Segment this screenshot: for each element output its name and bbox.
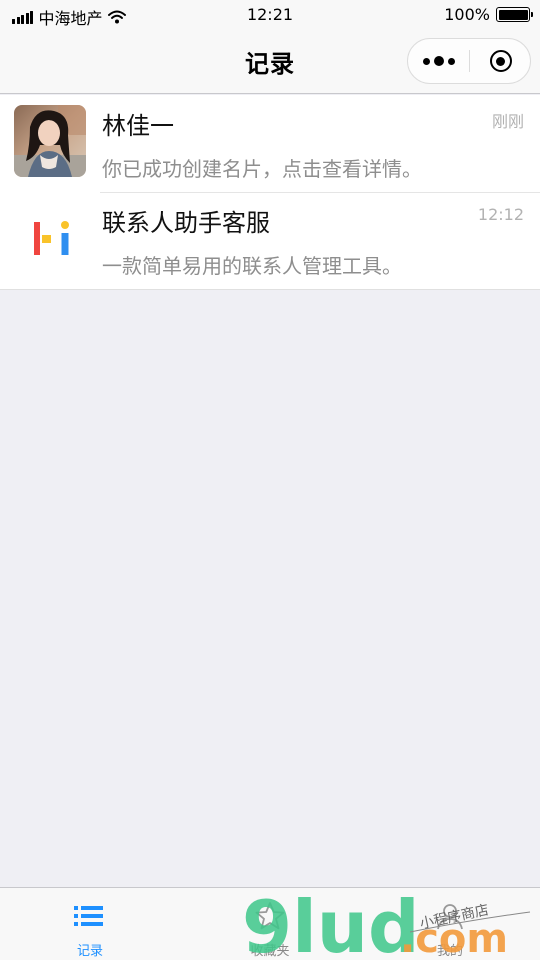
avatar xyxy=(14,202,86,274)
battery-percent: 100% xyxy=(444,5,490,24)
status-right: 100% xyxy=(444,5,533,24)
tab-mine[interactable]: 我的 xyxy=(360,888,540,960)
list-item[interactable]: 林佳一 你已成功创建名片，点击查看详情。 刚刚 xyxy=(0,95,540,192)
tab-records[interactable]: 记录 xyxy=(0,888,180,960)
record-time: 12:12 xyxy=(477,205,524,224)
tab-label: 我的 xyxy=(436,944,463,959)
record-description: 你已成功创建名片，点击查看详情。 xyxy=(102,157,422,181)
list-item[interactable]: 联系人助手客服 一款简单易用的联系人管理工具。 12:12 xyxy=(0,192,540,289)
tab-bar: 记录 收藏夹 我的 xyxy=(0,887,540,960)
avatar xyxy=(14,105,86,177)
hi-logo-icon xyxy=(34,221,69,255)
record-description: 一款简单易用的联系人管理工具。 xyxy=(102,254,402,278)
record-name: 联系人助手客服 xyxy=(102,209,270,237)
list-divider xyxy=(0,289,540,290)
tab-label: 收藏夹 xyxy=(250,944,290,959)
record-time: 刚刚 xyxy=(491,112,524,131)
close-target-icon xyxy=(489,50,512,72)
record-list: 林佳一 你已成功创建名片，点击查看详情。 刚刚 联系人助手客服 一款简单易用的联… xyxy=(0,95,540,290)
star-icon xyxy=(255,902,285,930)
mini-program-capsule xyxy=(407,38,531,84)
status-bar: 中海地产 12:21 100% xyxy=(0,0,540,32)
more-button[interactable] xyxy=(408,39,469,83)
list-icon xyxy=(74,906,103,926)
tab-label: 记录 xyxy=(76,944,103,959)
user-icon xyxy=(437,904,463,930)
battery-icon xyxy=(496,7,533,22)
tab-favorites[interactable]: 收藏夹 xyxy=(180,888,360,960)
user-photo-icon xyxy=(14,105,86,177)
close-button[interactable] xyxy=(470,39,531,83)
record-name: 林佳一 xyxy=(102,112,174,140)
nav-bar: 记录 xyxy=(0,32,540,94)
more-dots-icon xyxy=(421,56,457,66)
